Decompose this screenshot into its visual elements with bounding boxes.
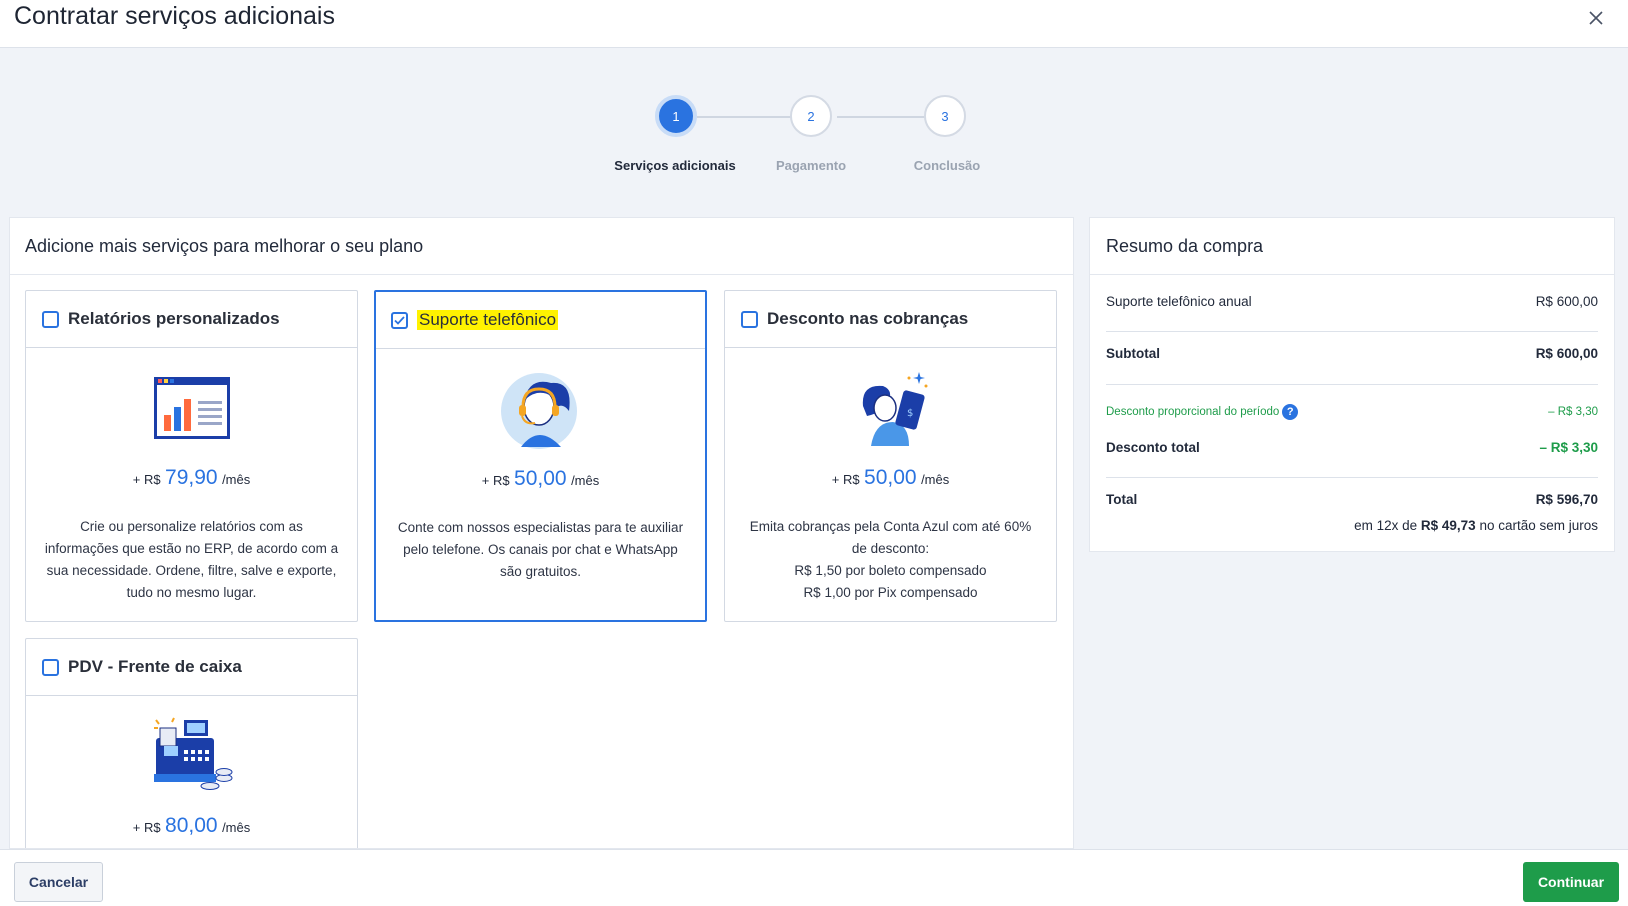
step-1-label: Serviços adicionais bbox=[614, 158, 736, 173]
reports-checkbox[interactable] bbox=[42, 310, 59, 328]
installments-value: R$ 49,73 bbox=[1420, 518, 1476, 533]
description-line: R$ 1,50 por boleto compensado bbox=[794, 563, 987, 578]
report-chart-icon bbox=[26, 358, 357, 458]
price: + R$ 79,90 /mês bbox=[26, 466, 357, 490]
service-card-billing-discount[interactable]: Desconto nas cobranças $ + R$ 50,00 /mês… bbox=[724, 290, 1057, 622]
price-prefix: + R$ bbox=[132, 820, 161, 835]
price-value: 79,90 bbox=[165, 466, 218, 489]
installments-row: em 12x de R$ 49,73 no cartão sem juros bbox=[1106, 518, 1598, 533]
help-icon[interactable]: ? bbox=[1282, 404, 1299, 420]
continue-button[interactable]: Continuar bbox=[1523, 862, 1619, 902]
services-panel: Adicione mais serviços para melhorar o s… bbox=[9, 217, 1074, 849]
price: + R$ 50,00 /mês bbox=[376, 467, 705, 491]
divider bbox=[1106, 477, 1598, 478]
installments-prefix: em 12x de bbox=[1354, 518, 1418, 533]
step-connector bbox=[837, 116, 931, 118]
price-value: 80,00 bbox=[165, 814, 218, 837]
step-1-circle: 1 bbox=[655, 95, 697, 137]
prorated-discount-label: Desconto proporcional do período bbox=[1106, 406, 1280, 419]
installments-suffix: no cartão sem juros bbox=[1479, 518, 1598, 533]
description-line: Conte com nossos especialistas para te a… bbox=[397, 520, 684, 535]
headset-support-icon bbox=[376, 359, 705, 459]
description-line: Emita cobranças pela Conta Azul com até … bbox=[749, 519, 1032, 534]
prorated-discount-value: – R$ 3,30 bbox=[1548, 406, 1598, 418]
price-suffix: /mês bbox=[222, 472, 251, 487]
description-line: são gratuitos. bbox=[499, 564, 582, 579]
card-title: Relatórios personalizados bbox=[68, 309, 280, 328]
modal-footer: Cancelar Continuar bbox=[0, 849, 1628, 906]
description-line: pelo telefone. Os canais por chat e What… bbox=[403, 542, 678, 557]
description-line: R$ 1,00 por Pix compensado bbox=[803, 585, 978, 600]
svg-text:$: $ bbox=[907, 408, 913, 419]
description-line: tudo no mesmo lugar. bbox=[126, 585, 257, 600]
price-prefix: + R$ bbox=[831, 472, 860, 487]
price-prefix: + R$ bbox=[481, 473, 510, 488]
card-header: PDV - Frente de caixa bbox=[26, 639, 357, 696]
total-label: Total bbox=[1106, 492, 1138, 507]
price-suffix: /mês bbox=[571, 473, 600, 488]
card-header: Suporte telefônico bbox=[376, 292, 705, 349]
step-2-circle: 2 bbox=[790, 95, 832, 137]
description-line: Crie ou personalize relatórios com as bbox=[80, 519, 303, 534]
price-value: 50,00 bbox=[514, 467, 567, 490]
total-row: Total R$ 596,70 bbox=[1106, 492, 1598, 507]
card-title: PDV - Frente de caixa bbox=[68, 657, 242, 676]
cancel-button[interactable]: Cancelar bbox=[14, 862, 103, 902]
subtotal-value: R$ 600,00 bbox=[1535, 346, 1598, 361]
summary-item-row: Suporte telefônico anual R$ 600,00 bbox=[1106, 294, 1598, 309]
summary-item-label: Suporte telefônico anual bbox=[1106, 294, 1252, 309]
card-description: Conte com nossos especialistas para te a… bbox=[376, 491, 705, 583]
price-prefix: + R$ bbox=[132, 472, 161, 487]
step-3-label: Conclusão bbox=[913, 158, 981, 173]
page-title: Contratar serviços adicionais bbox=[14, 2, 335, 30]
subtotal-label: Subtotal bbox=[1106, 346, 1160, 361]
card-title: Suporte telefônico bbox=[417, 310, 559, 330]
cash-register-icon bbox=[26, 706, 357, 806]
service-card-phone-support[interactable]: Suporte telefônico + R$ 50,00 /mês Conte… bbox=[374, 290, 707, 622]
services-panel-title: Adicione mais serviços para melhorar o s… bbox=[10, 218, 1073, 275]
subtotal-row: Subtotal R$ 600,00 bbox=[1106, 346, 1598, 361]
price-suffix: /mês bbox=[921, 472, 950, 487]
card-description: Emita cobranças pela Conta Azul com até … bbox=[725, 490, 1056, 604]
price-value: 50,00 bbox=[864, 466, 917, 489]
price: + R$ 50,00 /mês bbox=[725, 466, 1056, 490]
pdv-checkbox[interactable] bbox=[42, 658, 59, 676]
description-line: sua necessidade. Ordene, filtre, salve e… bbox=[46, 563, 337, 578]
step-connector bbox=[697, 116, 795, 118]
total-discount-row: Desconto total – R$ 3,30 bbox=[1106, 440, 1598, 455]
divider bbox=[1106, 331, 1598, 332]
step-3-circle: 3 bbox=[924, 95, 966, 137]
card-header: Relatórios personalizados bbox=[26, 291, 357, 348]
card-title: Desconto nas cobranças bbox=[767, 309, 969, 328]
service-card-pdv[interactable]: PDV - Frente de caixa + R$ 80,00 /mês bbox=[25, 638, 358, 848]
service-card-reports[interactable]: Relatórios personalizados + R$ 79,90 /mê… bbox=[25, 290, 358, 622]
prorated-discount-row: Desconto proporcional do período? – R$ 3… bbox=[1106, 404, 1598, 420]
billing-discount-checkbox[interactable] bbox=[741, 310, 758, 328]
phone-support-checkbox[interactable] bbox=[391, 311, 408, 329]
price-suffix: /mês bbox=[222, 820, 251, 835]
billing-discount-icon: $ bbox=[725, 358, 1056, 458]
stepper: 1 2 3 Serviços adicionais Pagamento Conc… bbox=[0, 94, 1628, 184]
close-icon[interactable] bbox=[1584, 6, 1608, 30]
card-description: Crie ou personalize relatórios com as in… bbox=[26, 490, 357, 604]
total-discount-value: – R$ 3,30 bbox=[1539, 440, 1598, 455]
description-line: informações que estão no ERP, de acordo … bbox=[44, 541, 339, 556]
summary-title: Resumo da compra bbox=[1090, 218, 1614, 275]
total-discount-label: Desconto total bbox=[1106, 440, 1200, 455]
card-header: Desconto nas cobranças bbox=[725, 291, 1056, 348]
price: + R$ 80,00 /mês bbox=[26, 814, 357, 838]
summary-item-value: R$ 600,00 bbox=[1535, 294, 1598, 309]
purchase-summary-panel: Resumo da compra Suporte telefônico anua… bbox=[1089, 217, 1615, 552]
total-value: R$ 596,70 bbox=[1535, 492, 1598, 507]
step-2-label: Pagamento bbox=[775, 158, 847, 173]
description-line: de desconto: bbox=[851, 541, 930, 556]
modal-header: Contratar serviços adicionais bbox=[0, 0, 1628, 48]
divider bbox=[1106, 384, 1598, 385]
